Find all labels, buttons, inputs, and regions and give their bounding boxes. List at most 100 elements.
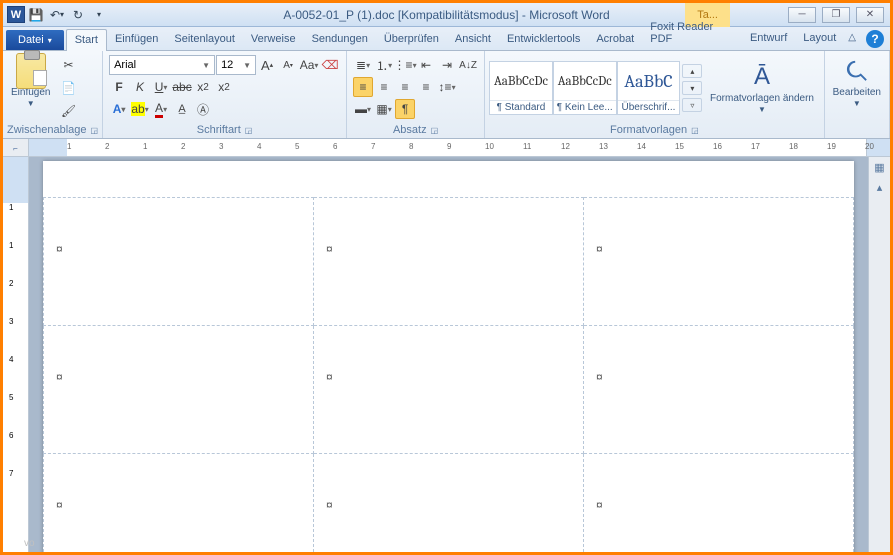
redo-icon[interactable]: ↻ — [68, 5, 88, 25]
bold-icon[interactable]: F — [109, 77, 129, 97]
text-effects-icon[interactable]: A▾ — [109, 99, 129, 119]
table-cell[interactable]: ¤ — [584, 198, 854, 326]
highlight-icon[interactable]: ab▾ — [130, 99, 150, 119]
align-center-icon[interactable]: ≡ — [374, 77, 394, 97]
file-tab[interactable]: Datei — [6, 30, 64, 50]
clipboard-launcher-icon[interactable]: ◲ — [91, 126, 99, 135]
sort-icon[interactable]: A↓Z — [458, 55, 478, 75]
ribbon: Einfügen▼ ✂ 📄 🖌 Zwischenablage ◲ Arial▼ 1… — [3, 51, 890, 139]
page: ¤ ¤ ¤ ¤ ¤ ¤ ¤ ¤ ¤ — [43, 161, 854, 552]
table-row: ¤ ¤ ¤ — [44, 326, 854, 454]
minimize-button[interactable]: ─ — [788, 7, 816, 23]
cut-icon[interactable]: ✂ — [58, 55, 78, 75]
window-title: A-0052-01_P (1).doc [Kompatibilitätsmodu… — [283, 8, 609, 22]
numbering-icon[interactable]: ⒈▾ — [374, 55, 394, 75]
bullets-icon[interactable]: ≣▾ — [353, 55, 373, 75]
table-cell[interactable]: ¤ — [44, 198, 314, 326]
shrink-font-icon[interactable]: A▾ — [278, 55, 298, 75]
show-hide-icon[interactable]: ¶ — [395, 99, 415, 119]
right-side-panel: ▦ ▴ — [868, 157, 890, 552]
subscript-icon[interactable]: x2 — [193, 77, 213, 97]
char-shading-icon[interactable]: A̲ — [172, 99, 192, 119]
font-color-icon[interactable]: A▾ — [151, 99, 171, 119]
label-table[interactable]: ¤ ¤ ¤ ¤ ¤ ¤ ¤ ¤ ¤ — [43, 197, 854, 552]
group-styles: AaBbCcDc ¶ Standard AaBbCcDc ¶ Kein Lee.… — [485, 51, 825, 138]
qat-customize-icon[interactable]: ▾ — [89, 5, 109, 25]
tab-foxit[interactable]: Foxit Reader PDF — [642, 17, 742, 50]
tab-verweise[interactable]: Verweise — [243, 29, 304, 50]
align-left-icon[interactable]: ≡ — [353, 77, 373, 97]
tab-entwurf[interactable]: Entwurf — [742, 28, 795, 50]
tab-ueberpruefen[interactable]: Überprüfen — [376, 29, 447, 50]
restore-button[interactable]: ❐ — [822, 7, 850, 23]
undo-icon[interactable]: ↶▾ — [47, 5, 67, 25]
group-label-clipboard: Zwischenablage — [7, 124, 87, 136]
change-case-icon[interactable]: Aa▾ — [299, 55, 319, 75]
multilevel-icon[interactable]: ⋮≡▾ — [395, 55, 415, 75]
clear-formatting-icon[interactable]: ⌫ — [320, 55, 340, 75]
title-bar: W 💾 ↶▾ ↻ ▾ A-0052-01_P (1).doc [Kompatib… — [3, 3, 890, 27]
group-label-styles: Formatvorlagen — [610, 124, 687, 136]
styles-launcher-icon[interactable]: ◲ — [691, 126, 699, 135]
group-label-font: Schriftart — [197, 124, 241, 136]
style-ueberschrift[interactable]: AaBbC Überschrif... — [617, 61, 681, 115]
table-cell[interactable]: ¤ — [314, 326, 584, 454]
tab-selector-icon[interactable]: ⌐ — [3, 139, 29, 157]
quick-access-toolbar: W 💾 ↶▾ ↻ ▾ — [3, 5, 113, 25]
minimize-ribbon-icon[interactable]: △ — [844, 28, 860, 50]
editing-button[interactable]: Bearbeiten▼ — [829, 53, 885, 111]
strikethrough-icon[interactable]: abc — [172, 77, 192, 97]
format-painter-icon[interactable]: 🖌 — [58, 101, 78, 121]
word-app-icon[interactable]: W — [7, 6, 25, 23]
styles-row-down-icon[interactable]: ▾ — [682, 81, 702, 95]
table-cell[interactable]: ¤ — [44, 326, 314, 454]
tab-seitenlayout[interactable]: Seitenlayout — [166, 29, 243, 50]
ruler-toggle-icon[interactable]: ▦ — [872, 159, 888, 175]
paragraph-launcher-icon[interactable]: ◲ — [431, 126, 439, 135]
tab-einfuegen[interactable]: Einfügen — [107, 29, 166, 50]
table-cell[interactable]: ¤ — [44, 454, 314, 553]
ruler-vertical[interactable]: 11234567 — [3, 157, 29, 552]
document-viewport[interactable]: ¤ ¤ ¤ ¤ ¤ ¤ ¤ ¤ ¤ — [29, 157, 868, 552]
tab-ansicht[interactable]: Ansicht — [447, 29, 499, 50]
enclose-chars-icon[interactable]: Ⓐ — [193, 99, 213, 119]
font-name-select[interactable]: Arial▼ — [109, 55, 215, 75]
copy-icon[interactable]: 📄 — [58, 78, 78, 98]
style-kein-leerraum[interactable]: AaBbCcDc ¶ Kein Lee... — [553, 61, 617, 115]
align-right-icon[interactable]: ≡ — [395, 77, 415, 97]
ribbon-tabs: Datei Start Einfügen Seitenlayout Verwei… — [3, 27, 890, 51]
superscript-icon[interactable]: x2 — [214, 77, 234, 97]
underline-icon[interactable]: U▾ — [151, 77, 171, 97]
scroll-up-icon[interactable]: ▴ — [872, 179, 888, 195]
increase-indent-icon[interactable]: ⇥ — [437, 55, 457, 75]
group-font: Arial▼ 12▼ A▴ A▾ Aa▾ ⌫ F K U▾ abc x2 x2 — [103, 51, 347, 138]
table-cell[interactable]: ¤ — [314, 454, 584, 553]
tab-start[interactable]: Start — [66, 29, 107, 51]
decrease-indent-icon[interactable]: ⇤ — [416, 55, 436, 75]
font-size-select[interactable]: 12▼ — [216, 55, 256, 75]
tab-sendungen[interactable]: Sendungen — [304, 29, 376, 50]
paste-button[interactable]: Einfügen▼ — [7, 53, 54, 111]
borders-icon[interactable]: ▦▾ — [374, 99, 394, 119]
grow-font-icon[interactable]: A▴ — [257, 55, 277, 75]
save-icon[interactable]: 💾 — [26, 5, 46, 25]
help-icon[interactable]: ? — [866, 30, 884, 48]
tab-layout[interactable]: Layout — [795, 28, 844, 50]
tab-entwicklertools[interactable]: Entwicklertools — [499, 29, 588, 50]
shading-icon[interactable]: ▬▾ — [353, 99, 373, 119]
change-styles-button[interactable]: Ᾱ Formatvorlagen ändern ▼ — [704, 59, 819, 117]
ruler-horizontal[interactable]: ⌐ 121234567891011121314151617181920 — [3, 139, 890, 157]
font-launcher-icon[interactable]: ◲ — [245, 126, 253, 135]
styles-expand-icon[interactable]: ▿ — [682, 98, 702, 112]
table-cell[interactable]: ¤ — [584, 326, 854, 454]
tab-acrobat[interactable]: Acrobat — [588, 29, 642, 50]
style-standard[interactable]: AaBbCcDc ¶ Standard — [489, 61, 553, 115]
justify-icon[interactable]: ≡ — [416, 77, 436, 97]
table-row: ¤ ¤ ¤ — [44, 454, 854, 553]
close-button[interactable]: ✕ — [856, 7, 884, 23]
table-cell[interactable]: ¤ — [314, 198, 584, 326]
italic-icon[interactable]: K — [130, 77, 150, 97]
line-spacing-icon[interactable]: ↕≡▾ — [437, 77, 457, 97]
table-cell[interactable]: ¤ — [584, 454, 854, 553]
styles-row-up-icon[interactable]: ▴ — [682, 64, 702, 78]
